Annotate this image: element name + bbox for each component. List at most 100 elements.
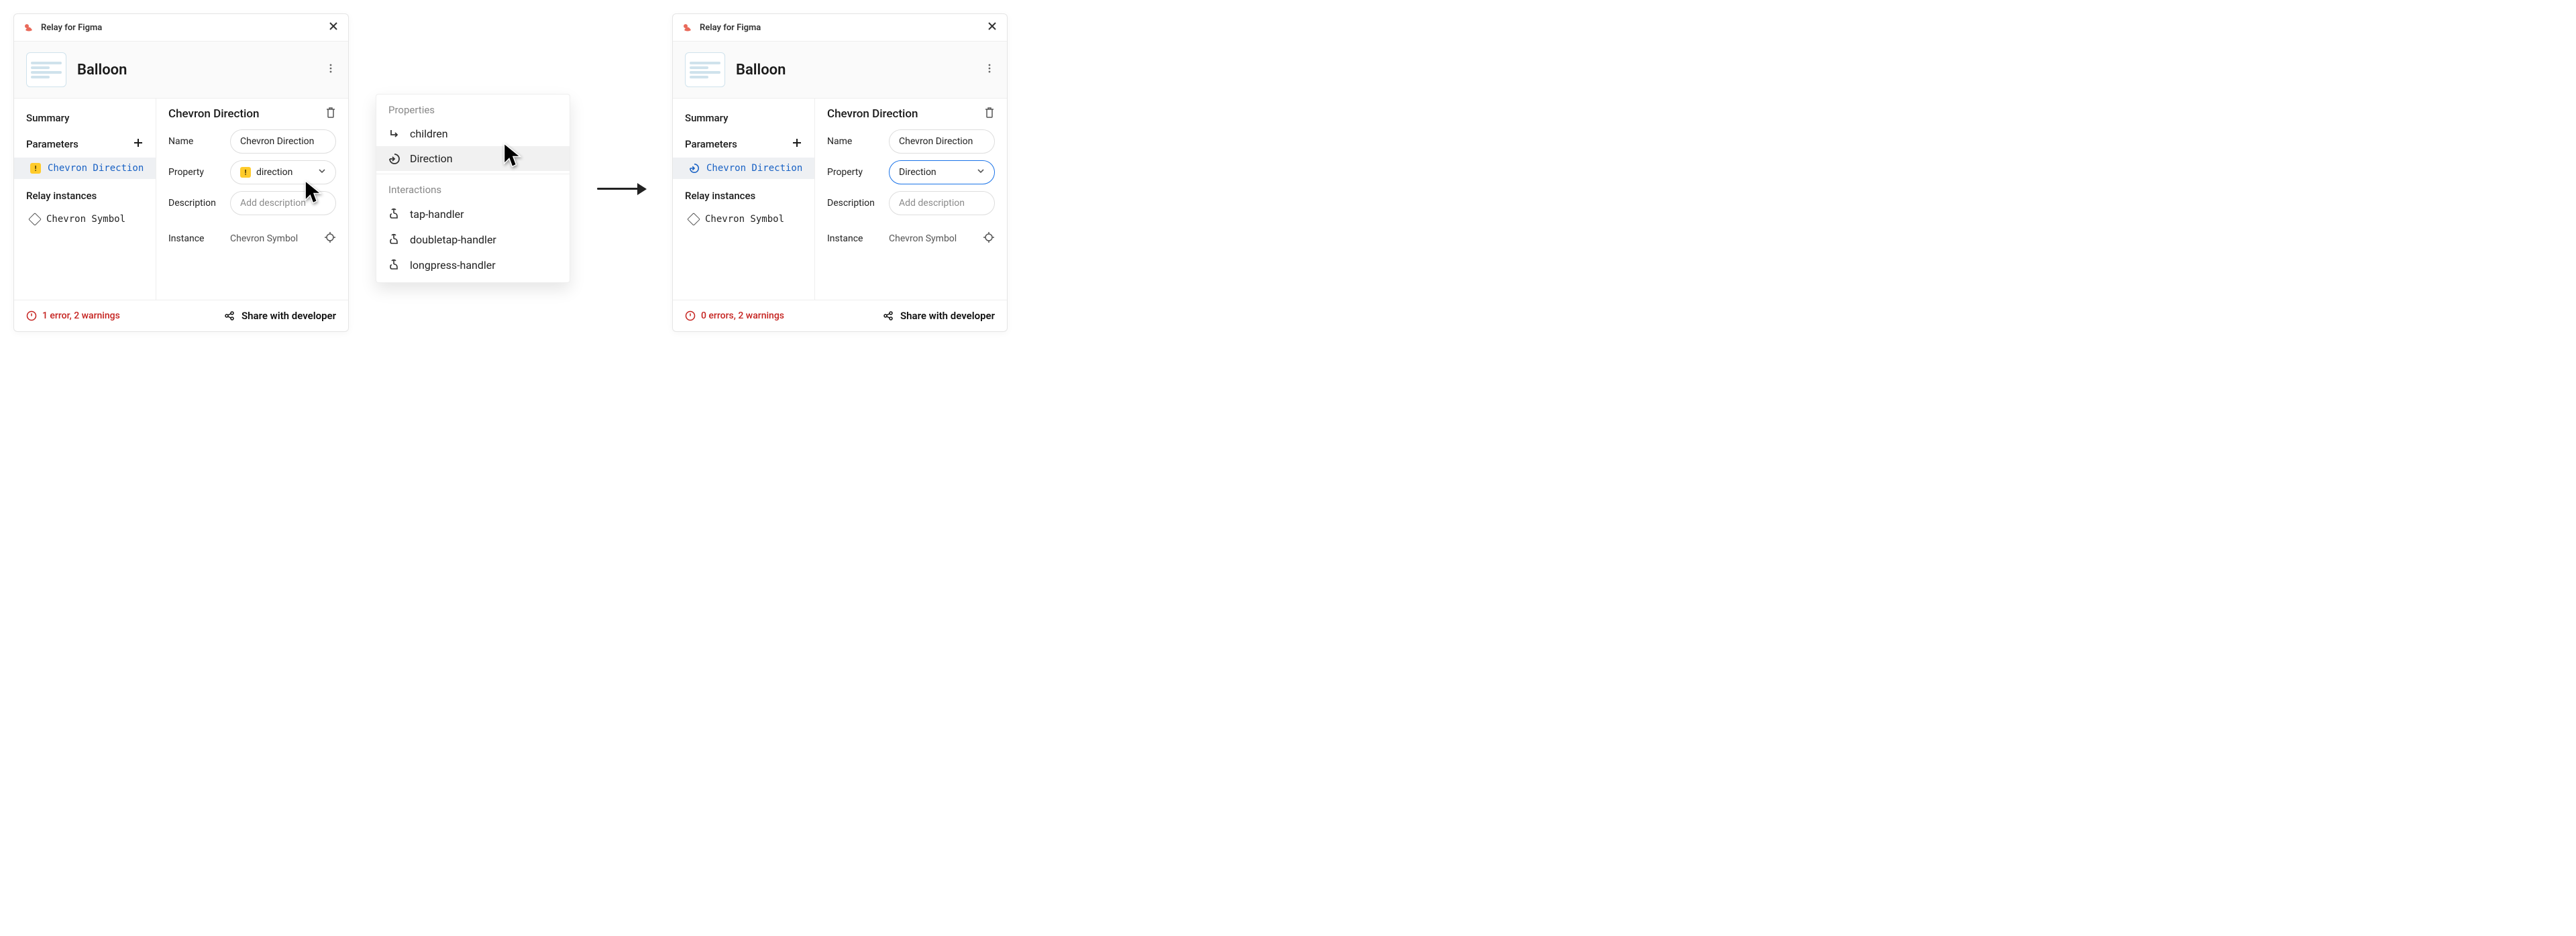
share-label: Share with developer — [900, 310, 995, 322]
parameter-name: Chevron Direction — [48, 163, 144, 174]
tap-icon — [388, 258, 400, 272]
panel-after: Relay for Figma Balloon Summary Paramete… — [672, 13, 1008, 332]
sidebar-parameter-item[interactable]: Chevron Direction — [673, 158, 814, 179]
popup-interactions-label: Interactions — [376, 174, 570, 201]
sidebar-summary[interactable]: Summary — [673, 105, 814, 131]
property-dropdown: Properties children Direction Interactio… — [376, 94, 570, 283]
popup-item-longpress-handler[interactable]: longpress-handler — [376, 252, 570, 282]
popup-item-tap-handler[interactable]: tap-handler — [376, 201, 570, 227]
transition-arrow — [597, 188, 645, 190]
sidebar-instances-header: Relay instances — [14, 183, 156, 209]
property-value: direction — [256, 167, 292, 178]
popup-item-label: longpress-handler — [410, 259, 496, 272]
warning-badge-icon: ! — [30, 163, 41, 174]
property-select[interactable]: ! direction — [230, 160, 336, 184]
component-title: Balloon — [736, 62, 973, 78]
delete-icon[interactable] — [325, 107, 336, 121]
property-label: Property — [168, 167, 222, 178]
instance-label: Instance — [827, 233, 881, 244]
instance-value: Chevron Symbol — [889, 233, 957, 244]
warning-badge-icon: ! — [240, 167, 251, 178]
name-input[interactable]: Chevron Direction — [889, 129, 995, 154]
description-label: Description — [168, 198, 222, 209]
sidebar: Summary Parameters Chevron Direction Rel… — [673, 99, 815, 300]
share-icon — [224, 310, 235, 321]
property-value: Direction — [899, 167, 936, 178]
status-text: 0 errors, 2 warnings — [701, 310, 784, 321]
arrow-right-icon — [597, 188, 645, 190]
error-icon — [685, 310, 696, 321]
delete-icon[interactable] — [984, 107, 995, 121]
direction-icon — [388, 153, 400, 165]
sidebar: Summary Parameters ! Chevron Direction R… — [14, 99, 156, 300]
add-parameter-icon[interactable] — [133, 137, 144, 151]
sidebar-instances-header: Relay instances — [673, 183, 814, 209]
popup-item-doubletap-handler[interactable]: doubletap-handler — [376, 227, 570, 252]
popup-item-label: children — [410, 127, 448, 140]
share-button[interactable]: Share with developer — [224, 310, 336, 322]
titlebar: Relay for Figma — [673, 14, 1007, 42]
popup-item-label: doubletap-handler — [410, 233, 496, 246]
parameter-name: Chevron Direction — [706, 163, 802, 174]
component-header: Balloon — [14, 42, 348, 99]
status-indicator[interactable]: 1 error, 2 warnings — [26, 310, 120, 321]
tap-icon — [388, 207, 400, 221]
sidebar-parameter-item[interactable]: ! Chevron Direction — [14, 158, 156, 179]
sidebar-instance-item[interactable]: Chevron Symbol — [14, 209, 156, 230]
status-text: 1 error, 2 warnings — [42, 310, 120, 321]
popup-item-label: tap-handler — [410, 208, 464, 221]
sidebar-summary[interactable]: Summary — [14, 105, 156, 131]
details-pane: Chevron Direction Name Chevron Direction… — [815, 99, 1007, 300]
component-header: Balloon — [673, 42, 1007, 99]
popup-item-label: Direction — [410, 152, 453, 165]
direction-icon — [689, 163, 700, 174]
panel-before: Relay for Figma Balloon Summary Paramete… — [13, 13, 349, 332]
locate-icon[interactable] — [983, 231, 995, 246]
locate-icon[interactable] — [324, 231, 336, 246]
brand-icon — [682, 23, 694, 32]
share-icon — [883, 310, 894, 321]
instance-name: Chevron Symbol — [705, 214, 784, 225]
property-select[interactable]: Direction — [889, 160, 995, 184]
error-icon — [26, 310, 37, 321]
share-button[interactable]: Share with developer — [883, 310, 995, 322]
description-input[interactable]: Add description — [230, 191, 336, 215]
sidebar-parameters-header: Parameters — [673, 131, 814, 158]
footer: 0 errors, 2 warnings Share with develope… — [673, 300, 1007, 331]
instance-name: Chevron Symbol — [46, 214, 125, 225]
details-title: Chevron Direction — [168, 107, 259, 121]
status-indicator[interactable]: 0 errors, 2 warnings — [685, 310, 784, 321]
details-title: Chevron Direction — [827, 107, 918, 121]
name-input[interactable]: Chevron Direction — [230, 129, 336, 154]
brand-text: Relay for Figma — [41, 23, 323, 33]
titlebar: Relay for Figma — [14, 14, 348, 42]
name-label: Name — [168, 136, 222, 147]
property-label: Property — [827, 167, 881, 178]
details-pane: Chevron Direction Name Chevron Direction… — [156, 99, 348, 300]
instance-label: Instance — [168, 233, 222, 244]
share-label: Share with developer — [241, 310, 336, 322]
close-icon[interactable] — [987, 21, 998, 34]
footer: 1 error, 2 warnings Share with developer — [14, 300, 348, 331]
add-parameter-icon[interactable] — [792, 137, 802, 151]
popup-item-children[interactable]: children — [376, 121, 570, 146]
instance-diamond-icon — [28, 213, 42, 226]
close-icon[interactable] — [328, 21, 339, 34]
instance-diamond-icon — [687, 213, 700, 226]
component-thumbnail — [26, 52, 66, 87]
brand-icon — [23, 23, 36, 32]
popup-properties-label: Properties — [376, 95, 570, 121]
parameters-label: Parameters — [685, 138, 737, 150]
description-input[interactable]: Add description — [889, 191, 995, 215]
kebab-icon[interactable] — [984, 63, 995, 76]
kebab-icon[interactable] — [325, 63, 336, 76]
component-thumbnail — [685, 52, 725, 87]
tap-icon — [388, 233, 400, 246]
sidebar-instance-item[interactable]: Chevron Symbol — [673, 209, 814, 230]
chevron-down-icon — [977, 167, 985, 178]
popup-item-direction[interactable]: Direction — [376, 146, 570, 171]
description-label: Description — [827, 198, 881, 209]
chevron-down-icon — [318, 167, 326, 178]
instance-value: Chevron Symbol — [230, 233, 298, 244]
children-icon — [388, 128, 400, 140]
